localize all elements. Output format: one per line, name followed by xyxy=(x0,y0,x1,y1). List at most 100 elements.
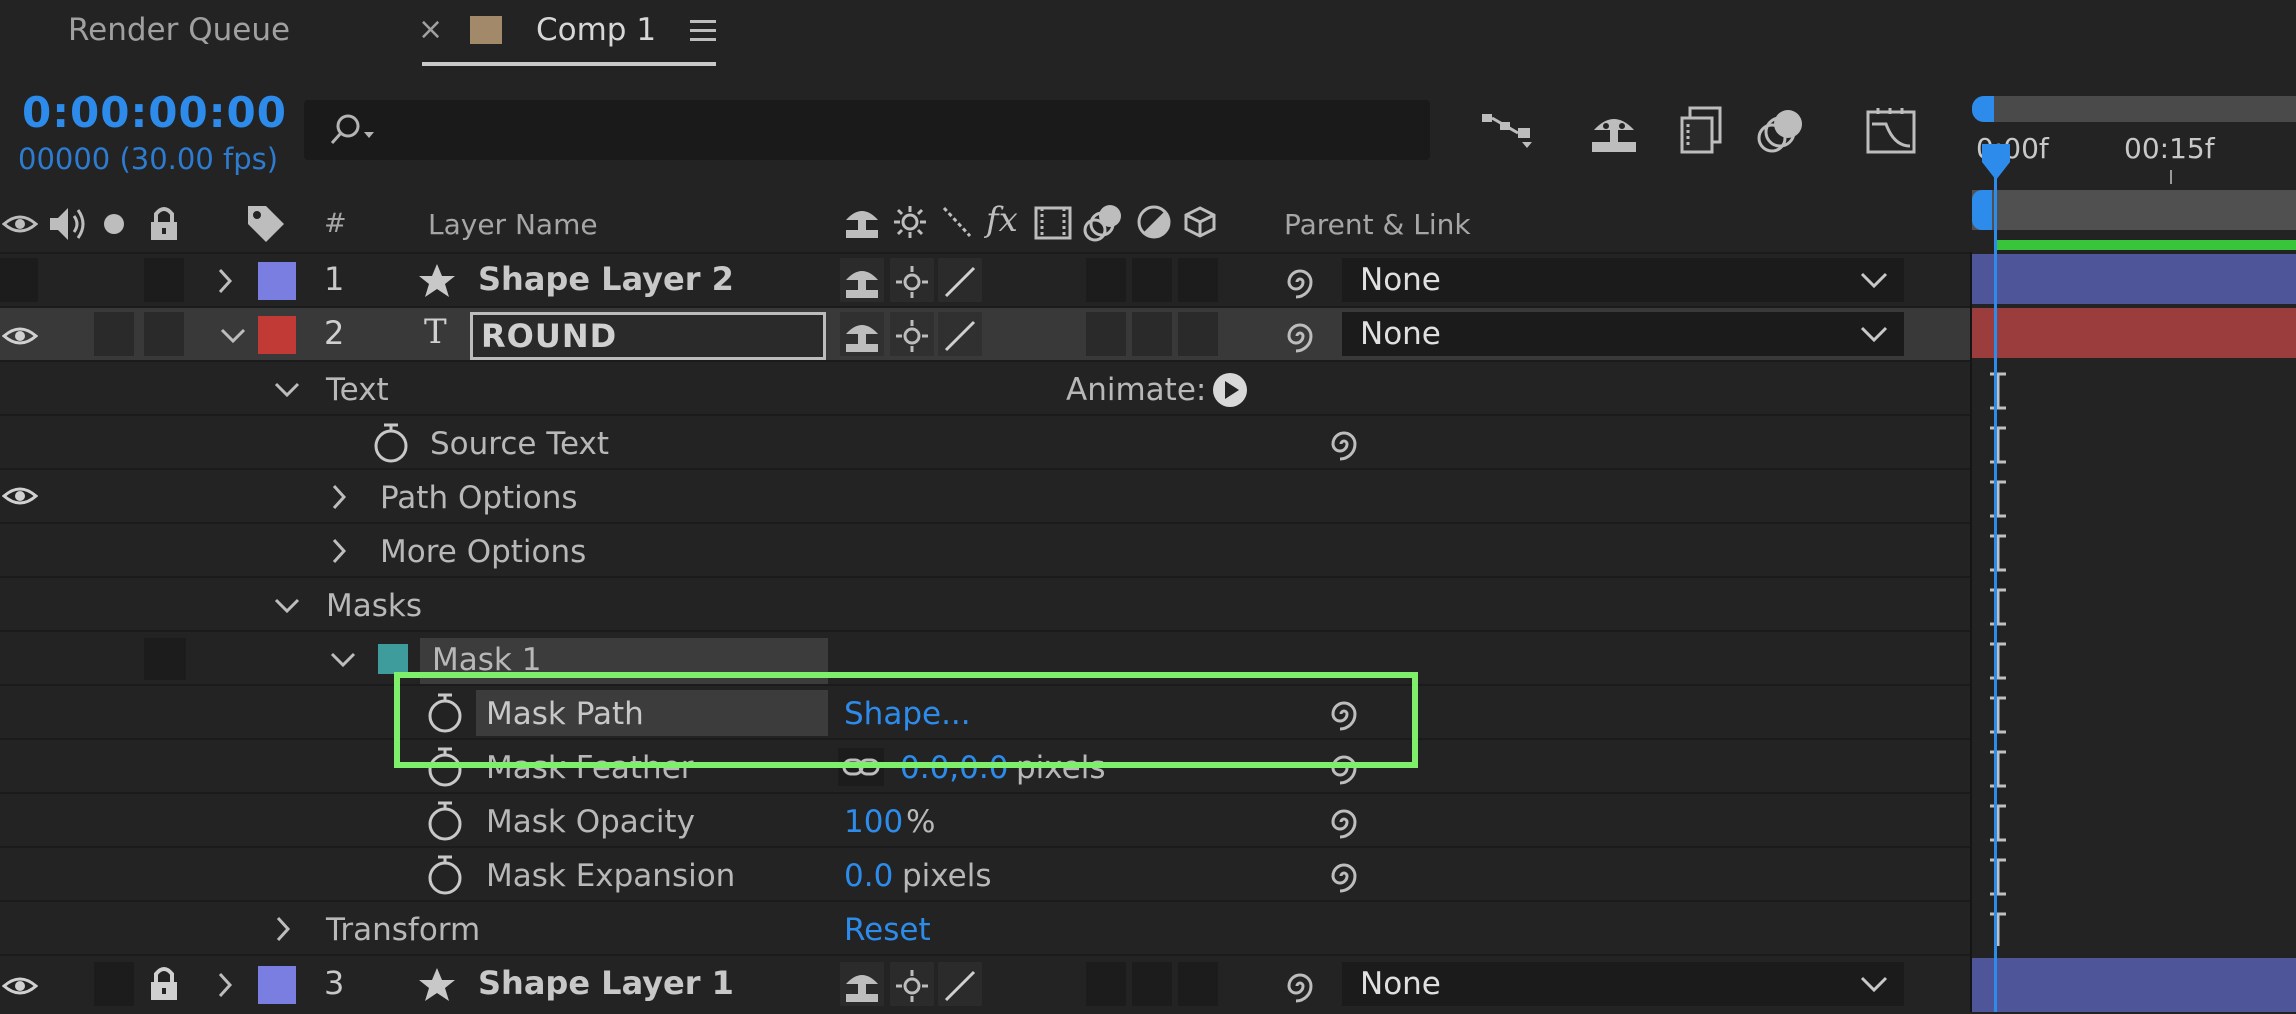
lock-header-icon xyxy=(151,207,177,240)
adjustment-switch[interactable] xyxy=(1132,312,1172,356)
expand-chevron-icon[interactable] xyxy=(330,538,350,564)
timeline-track-area xyxy=(1972,252,2296,1012)
layer-bar-shape-layer-2[interactable] xyxy=(1972,254,2296,304)
property-group-path-options[interactable]: Path Options xyxy=(0,468,1970,522)
column-number: # xyxy=(324,208,347,239)
frame-blending-icon[interactable] xyxy=(1676,106,1724,156)
layer-number: 3 xyxy=(324,964,345,1002)
motion-blur-switch[interactable] xyxy=(1086,962,1126,1006)
eye-icon[interactable] xyxy=(2,322,38,350)
animate-play-icon[interactable] xyxy=(1212,372,1248,408)
layer-name[interactable]: Shape Layer 1 xyxy=(478,964,734,1002)
work-area-start-handle[interactable] xyxy=(1972,96,1994,122)
stopwatch-icon[interactable] xyxy=(372,422,410,464)
expand-chevron-icon[interactable] xyxy=(274,916,294,942)
lock-toggle[interactable] xyxy=(144,312,184,356)
panel-menu-icon[interactable] xyxy=(690,20,716,42)
expand-chevron-icon[interactable] xyxy=(330,484,350,510)
lock-toggle[interactable] xyxy=(144,258,184,302)
property-group-text[interactable]: Text Animate: xyxy=(0,360,1970,414)
column-layer-name[interactable]: Layer Name xyxy=(428,208,598,241)
chevron-down-icon xyxy=(1860,272,1888,289)
pick-whip-icon[interactable] xyxy=(1326,804,1362,840)
pick-whip-icon[interactable] xyxy=(1282,318,1318,354)
expand-chevron-icon[interactable] xyxy=(216,268,236,294)
collapse-chevron-icon[interactable] xyxy=(220,326,246,346)
adjustment-switch[interactable] xyxy=(1132,258,1172,302)
mask-expansion-value[interactable]: 0.0 xyxy=(844,858,893,894)
layer-name-edit-field[interactable]: ROUND xyxy=(470,312,826,360)
property-row-mask-expansion[interactable]: Mask Expansion 0.0 pixels xyxy=(0,846,1970,900)
solo-header-icon xyxy=(104,214,124,234)
solo-toggle[interactable] xyxy=(94,962,134,1006)
property-group-more-options[interactable]: More Options xyxy=(0,522,1970,576)
layer-row[interactable]: 3 Shape Layer 1 None xyxy=(0,954,1970,1014)
expand-chevron-icon[interactable] xyxy=(216,972,236,998)
property-row[interactable]: Source Text xyxy=(0,414,1970,468)
column-header-row: # Layer Name fx Parent & Link xyxy=(0,196,1970,252)
close-tab-icon[interactable]: × xyxy=(418,12,443,47)
parent-value: None xyxy=(1360,262,1441,298)
collapse-chevron-icon[interactable] xyxy=(274,380,300,400)
transform-reset-link[interactable]: Reset xyxy=(844,912,931,948)
collapse-chevron-icon[interactable] xyxy=(274,596,300,616)
layer-label-color[interactable] xyxy=(258,262,296,300)
motion-blur-switch[interactable] xyxy=(1086,258,1126,302)
work-area-bar[interactable] xyxy=(1972,96,2296,122)
3d-layer-switch[interactable] xyxy=(1178,962,1218,1006)
in-point-handle[interactable] xyxy=(1972,190,1992,230)
mask-lock-toggle[interactable] xyxy=(144,638,186,680)
collapse-transformations-icon xyxy=(896,320,928,352)
property-row-mask-opacity[interactable]: Mask Opacity 100 % xyxy=(0,792,1970,846)
parent-dropdown[interactable]: None xyxy=(1342,258,1904,302)
layer-row-selected[interactable]: 2 T ROUND None xyxy=(0,306,1970,362)
motion-blur-switch[interactable] xyxy=(1086,312,1126,356)
layer-search-field[interactable] xyxy=(304,100,1430,160)
collapse-transformations-icon xyxy=(896,970,928,1002)
adjustment-switch[interactable] xyxy=(1132,962,1172,1006)
highlight-box xyxy=(394,672,1418,768)
layer-row[interactable]: 1 Shape Layer 2 None xyxy=(0,252,1970,308)
solo-toggle[interactable] xyxy=(94,312,134,356)
search-icon xyxy=(330,114,374,145)
pick-whip-icon[interactable] xyxy=(1282,968,1318,1004)
tab-render-queue[interactable]: Render Queue xyxy=(68,12,290,48)
video-visibility-header-icon xyxy=(2,215,38,233)
mask-opacity-value[interactable]: 100 xyxy=(844,804,903,840)
mask-color-swatch[interactable] xyxy=(378,644,408,674)
graph-editor-icon[interactable] xyxy=(1864,106,1920,156)
stopwatch-icon[interactable] xyxy=(426,854,464,896)
3d-layer-switch[interactable] xyxy=(1178,312,1218,356)
property-keyframe-markers xyxy=(1986,368,2010,948)
motion-blur-icon[interactable] xyxy=(1756,106,1808,156)
property-group-transform[interactable]: Transform Reset xyxy=(0,900,1970,954)
quality-best-icon xyxy=(944,320,976,352)
eye-icon[interactable] xyxy=(2,482,38,510)
tab-comp-1[interactable]: Comp 1 xyxy=(536,12,656,48)
collapse-transformations-icon xyxy=(896,266,928,298)
layer-bar-shape-layer-1[interactable] xyxy=(1972,958,2296,1012)
layer-label-color[interactable] xyxy=(258,316,296,354)
shy-icon[interactable] xyxy=(1588,110,1640,156)
layer-name[interactable]: Shape Layer 2 xyxy=(478,260,734,298)
shy-switch-header-icon xyxy=(846,211,878,238)
layer-bar-round[interactable] xyxy=(1972,308,2296,358)
current-timecode[interactable]: 0:00:00:00 xyxy=(22,88,287,137)
stopwatch-icon[interactable] xyxy=(426,800,464,842)
parent-dropdown[interactable]: None xyxy=(1342,312,1904,356)
pick-whip-icon[interactable] xyxy=(1326,858,1362,894)
layer-label-color[interactable] xyxy=(258,966,296,1004)
3d-layer-switch[interactable] xyxy=(1178,258,1218,302)
lock-icon[interactable] xyxy=(148,964,180,1004)
pick-whip-icon[interactable] xyxy=(1326,426,1362,462)
collapse-chevron-icon[interactable] xyxy=(330,650,356,670)
current-time-indicator[interactable] xyxy=(1994,176,1997,1012)
property-label: More Options xyxy=(380,534,587,570)
property-group-masks[interactable]: Masks xyxy=(0,576,1970,630)
flowchart-icon[interactable] xyxy=(1478,108,1538,158)
eye-icon[interactable] xyxy=(2,972,38,1000)
column-parent-link[interactable]: Parent & Link xyxy=(1284,208,1471,241)
pick-whip-icon[interactable] xyxy=(1282,264,1318,300)
parent-dropdown[interactable]: None xyxy=(1342,962,1904,1006)
video-visibility-toggle[interactable] xyxy=(0,258,38,302)
